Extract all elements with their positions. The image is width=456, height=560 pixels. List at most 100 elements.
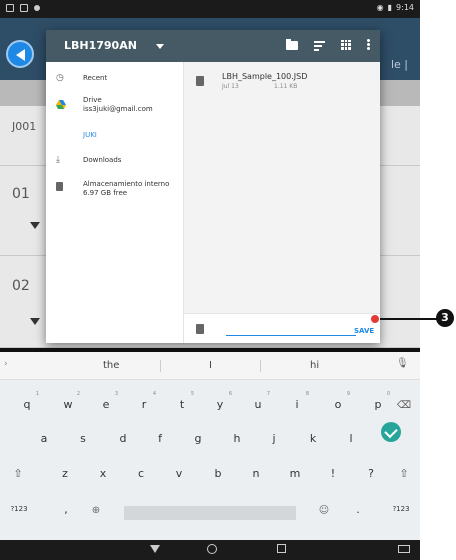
notification-dot-icon <box>34 5 40 11</box>
back-icon[interactable] <box>150 545 160 553</box>
microphone-icon[interactable]: 🎙 <box>396 358 409 369</box>
tablet-screen: ◉ ▮ 9:14 le | J001 01 02 LBH1790AN ◷ Rec… <box>0 0 420 560</box>
symbols-key-left[interactable]: ?123 <box>4 505 34 513</box>
key-p[interactable]: p0 <box>368 391 391 411</box>
dialog-header: LBH1790AN <box>46 30 380 62</box>
backspace-icon[interactable]: ⌫ <box>394 398 414 411</box>
notification-icon <box>20 4 28 12</box>
suggestion-item[interactable]: hi <box>310 360 319 371</box>
key-label: a <box>40 432 48 445</box>
key-hint: 1 <box>35 391 39 397</box>
file-date: Jul 13 <box>222 83 239 90</box>
key-label: e <box>102 398 110 411</box>
suggestion-divider <box>260 360 261 372</box>
wifi-icon: ◉ <box>376 3 384 12</box>
key-hint: 4 <box>152 391 156 397</box>
key-x[interactable]: x <box>93 467 113 480</box>
key-label: q <box>23 398 31 411</box>
key-label: s <box>80 432 86 445</box>
emoji-icon[interactable]: ☺ <box>314 503 334 516</box>
key-?[interactable]: ? <box>361 467 381 480</box>
nav-item-internal-storage[interactable]: Almacenamiento interno 6.97 GB free <box>46 180 184 204</box>
key-r[interactable]: r4 <box>134 391 156 411</box>
key-k[interactable]: k <box>303 432 323 445</box>
key-label: n <box>252 467 260 480</box>
key-![interactable]: ! <box>323 467 343 480</box>
key-i[interactable]: i8 <box>287 391 309 411</box>
nav-item-juki[interactable]: JUKI <box>46 130 184 144</box>
key-g[interactable]: g <box>188 432 208 445</box>
shift-right-icon[interactable]: ⇧ <box>394 467 414 480</box>
nav-item-drive[interactable]: Drive iss3juki@gmail.com <box>46 96 184 120</box>
key-a[interactable]: a <box>34 432 54 445</box>
callout-number: 3 <box>436 309 454 327</box>
key-h[interactable]: h <box>227 432 247 445</box>
dropdown-caret-icon[interactable] <box>156 44 164 49</box>
suggestion-bar: › the I hi 🎙 <box>0 352 420 380</box>
file-item[interactable]: LBH_Sample_100.JSD Jul 13 1.11 KB <box>184 70 380 100</box>
nav-item-downloads[interactable]: ⤓ Downloads <box>46 155 184 172</box>
key-w[interactable]: w2 <box>58 391 81 411</box>
key-hint: 9 <box>346 391 350 397</box>
file-name: LBH_Sample_100.JSD <box>222 72 308 81</box>
key-label: t <box>179 398 185 411</box>
save-button[interactable]: SAVE <box>354 327 374 335</box>
document-icon <box>196 324 204 334</box>
key-u[interactable]: u7 <box>248 391 271 411</box>
key-f[interactable]: f <box>150 432 170 445</box>
suggestion-item[interactable]: the <box>103 360 119 371</box>
key-m[interactable]: m <box>285 467 305 480</box>
filename-input[interactable] <box>226 322 356 336</box>
suggestion-item[interactable]: I <box>209 360 212 371</box>
back-arrow-icon[interactable] <box>6 40 34 68</box>
key-label: i <box>295 398 299 411</box>
key-label: d <box>119 432 127 445</box>
key-b[interactable]: b <box>208 467 228 480</box>
nav-item-sublabel: 6.97 GB free <box>83 189 128 197</box>
key-label: k <box>309 432 317 445</box>
sort-icon[interactable] <box>314 40 325 51</box>
dialog-actions <box>286 39 370 51</box>
key-label: f <box>158 432 162 445</box>
done-key[interactable] <box>381 422 401 442</box>
keyboard-switch-icon[interactable] <box>398 545 410 553</box>
key-e[interactable]: e3 <box>96 391 118 411</box>
nav-item-label: Recent <box>83 74 108 82</box>
key-y[interactable]: y6 <box>210 391 232 411</box>
recent-apps-icon[interactable] <box>277 544 286 553</box>
key-z[interactable]: z <box>55 467 75 480</box>
key-label: ! <box>330 467 336 480</box>
key-hint: 8 <box>305 391 309 397</box>
expand-arrow-icon[interactable]: › <box>4 359 8 369</box>
home-icon[interactable] <box>207 544 217 554</box>
background-label: 02 <box>12 278 30 294</box>
key-s[interactable]: s <box>73 432 93 445</box>
key-q[interactable]: q1 <box>17 391 40 411</box>
dialog-nav-drawer: ◷ Recent Drive iss3juki@gmail.com JUKI ⤓… <box>46 62 184 343</box>
symbols-key-right[interactable]: ?123 <box>386 505 416 513</box>
globe-icon[interactable]: ⊕ <box>86 503 106 516</box>
period-key[interactable]: . <box>348 503 368 516</box>
nav-item-recent[interactable]: ◷ Recent <box>46 73 184 90</box>
callout-line <box>380 318 438 320</box>
comma-key[interactable]: , <box>56 503 76 516</box>
key-o[interactable]: o9 <box>328 391 350 411</box>
key-l[interactable]: l <box>341 432 361 445</box>
key-c[interactable]: c <box>131 467 151 480</box>
shift-left-icon[interactable]: ⇧ <box>8 467 28 480</box>
key-label: g <box>194 432 202 445</box>
space-key[interactable] <box>124 506 296 520</box>
dialog-title[interactable]: LBH1790AN <box>64 39 137 52</box>
new-folder-icon[interactable] <box>286 39 298 50</box>
key-hint: 6 <box>228 391 232 397</box>
key-n[interactable]: n <box>246 467 266 480</box>
key-d[interactable]: d <box>113 432 133 445</box>
nav-item-label: Almacenamiento interno <box>83 180 170 188</box>
key-t[interactable]: t5 <box>172 391 194 411</box>
grid-view-icon[interactable] <box>341 39 351 50</box>
sd-card-icon <box>56 182 63 191</box>
notification-icons <box>6 4 40 12</box>
key-j[interactable]: j <box>264 432 284 445</box>
key-v[interactable]: v <box>169 467 189 480</box>
more-options-icon[interactable] <box>367 39 370 50</box>
